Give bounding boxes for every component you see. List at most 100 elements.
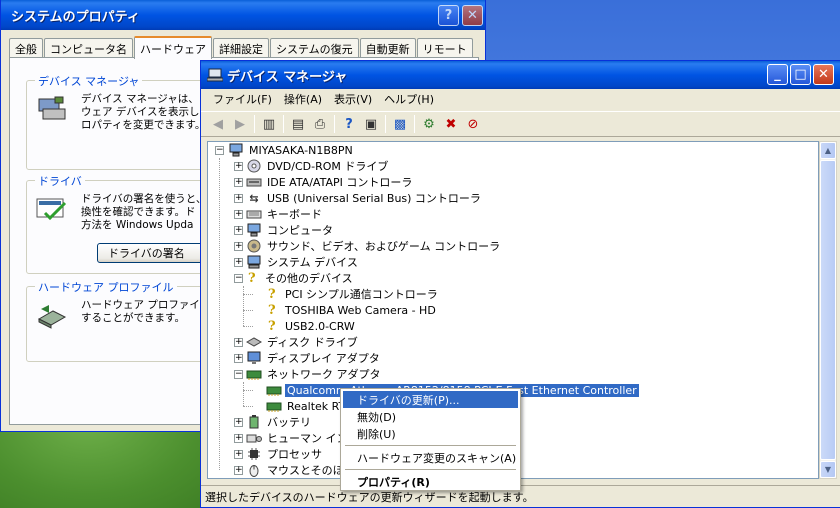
properties-icon[interactable]: ▤ — [287, 113, 309, 135]
tab-automatic-updates[interactable]: 自動更新 — [359, 38, 416, 58]
tree-item-system-devices[interactable]: システム デバイス — [246, 254, 360, 270]
menu-file[interactable]: ファイル(F) — [207, 90, 278, 108]
sound-icon — [246, 239, 262, 253]
desktop-background — [0, 420, 220, 508]
close-button[interactable]: ✕ — [462, 5, 483, 26]
tree-item-usb[interactable]: ⇆ USB (Universal Serial Bus) コントローラ — [246, 190, 483, 206]
tree-item-label: TOSHIBA Web Camera - HD — [285, 303, 436, 317]
tree-item-other-devices[interactable]: ? その他のデバイス — [246, 270, 355, 286]
menu-bar: ファイル(F) 操作(A) 表示(V) ヘルプ(H) — [201, 89, 840, 109]
tree-item-pci-comm[interactable]: ? PCI シンプル通信コントローラ — [266, 286, 440, 302]
computer-icon — [228, 143, 244, 157]
tab-hardware[interactable]: ハードウェア — [134, 36, 212, 59]
tree-item-label: その他のデバイス — [265, 272, 353, 285]
tree-item-computer[interactable]: コンピュータ — [246, 222, 335, 238]
expand-toggle[interactable]: + — [234, 338, 243, 347]
vertical-scrollbar[interactable]: ▲ ▼ — [819, 141, 837, 479]
tree-item-keyboard[interactable]: キーボード — [246, 206, 324, 222]
tab-general[interactable]: 全般 — [9, 38, 43, 58]
tree-item-label: ディスプレイ アダプタ — [267, 352, 380, 365]
menu-help[interactable]: ヘルプ(H) — [378, 90, 440, 108]
show-hide-tree-icon[interactable]: ▥ — [258, 113, 280, 135]
tree-guide-line — [243, 406, 253, 407]
tree-item-display-adapters[interactable]: ディスプレイ アダプタ — [246, 350, 382, 366]
minimize-button[interactable]: _ — [767, 64, 788, 85]
tree-item-web-camera[interactable]: ? TOSHIBA Web Camera - HD — [266, 302, 438, 318]
toolbar-separator — [334, 115, 335, 133]
hardware-profile-group-label: ハードウェア プロファイル — [35, 279, 177, 295]
scroll-up-button[interactable]: ▲ — [820, 142, 836, 159]
back-arrow-icon[interactable]: ◀ — [207, 113, 229, 135]
help-button[interactable]: ? — [438, 5, 459, 26]
expand-toggle[interactable]: + — [234, 450, 243, 459]
menu-item-update-driver[interactable]: ドライバの更新(P)... — [343, 391, 518, 408]
expand-toggle[interactable]: + — [234, 194, 243, 203]
tree-guide-line — [243, 326, 253, 327]
menu-view[interactable]: 表示(V) — [328, 90, 378, 108]
scroll-thumb[interactable] — [820, 160, 836, 460]
driver-signing-button[interactable]: ドライバの署名 — [97, 243, 215, 263]
tree-item-network-adapters[interactable]: ネットワーク アダプタ — [246, 366, 383, 382]
print-icon[interactable]: ⎙ — [309, 113, 331, 135]
tree-root[interactable]: MIYASAKA-N1B8PN — [228, 142, 355, 158]
tree-item-battery[interactable]: バッテリ — [246, 414, 313, 430]
uninstall-icon[interactable]: ✖ — [440, 113, 462, 135]
expand-toggle[interactable]: + — [234, 354, 243, 363]
disable-icon[interactable]: ⊘ — [462, 113, 484, 135]
expand-toggle[interactable]: + — [234, 226, 243, 235]
device-manager-titlebar[interactable]: デバイス マネージャ _ □ ✕ — [201, 61, 840, 89]
driver-signing-icon — [36, 198, 67, 221]
battery-icon — [246, 415, 262, 429]
expand-toggle[interactable]: + — [234, 434, 243, 443]
close-button[interactable]: ✕ — [813, 64, 834, 85]
menu-item-properties[interactable]: プロパティ(R) — [343, 473, 518, 490]
expand-toggle[interactable]: + — [234, 242, 243, 251]
expand-toggle[interactable]: + — [234, 162, 243, 171]
maximize-button[interactable]: □ — [790, 64, 811, 85]
expand-toggle[interactable]: + — [234, 178, 243, 187]
monitor-icon[interactable]: ▩ — [389, 113, 411, 135]
scroll-down-button[interactable]: ▼ — [820, 461, 836, 478]
tree-item-sound[interactable]: サウンド、ビデオ、およびゲーム コントローラ — [246, 238, 502, 254]
device-manager-title-icon — [207, 68, 223, 82]
expand-toggle[interactable]: + — [234, 210, 243, 219]
tree-item-processor[interactable]: プロセッサ — [246, 446, 324, 462]
collapse-toggle[interactable]: − — [234, 274, 243, 283]
view-icon[interactable]: ▣ — [360, 113, 382, 135]
forward-arrow-icon[interactable]: ▶ — [229, 113, 251, 135]
context-menu: ドライバの更新(P)... 無効(D) 削除(U) ハードウェア変更のスキャン(… — [340, 388, 521, 491]
tree-item-ide[interactable]: IDE ATA/ATAPI コントローラ — [246, 174, 414, 190]
collapse-toggle[interactable]: − — [215, 146, 224, 155]
toolbar-separator — [254, 115, 255, 133]
tree-item-disk-drives[interactable]: ディスク ドライブ — [246, 334, 360, 350]
device-manager-group-label: デバイス マネージャ — [35, 73, 143, 89]
tree-item-label: サウンド、ビデオ、およびゲーム コントローラ — [267, 240, 501, 253]
unknown-device-icon: ? — [268, 319, 276, 334]
hardware-profile-group: ハードウェア プロファイル ハードウェア プロファイル することができます。 — [26, 279, 216, 362]
hid-icon — [246, 431, 262, 445]
system-properties-titlebar[interactable]: システムのプロパティ ? ✕ — [1, 0, 485, 30]
scan-hardware-icon[interactable]: ⚙ — [418, 113, 440, 135]
menu-item-uninstall[interactable]: 削除(U) — [343, 425, 518, 442]
expand-toggle[interactable]: + — [234, 418, 243, 427]
tree-item-label: システム デバイス — [267, 256, 358, 269]
unknown-device-icon: ? — [248, 271, 256, 286]
menu-item-disable[interactable]: 無効(D) — [343, 408, 518, 425]
tree-item-usb-crw[interactable]: ? USB2.0-CRW — [266, 318, 357, 334]
tree-item-dvd-cdrom[interactable]: DVD/CD-ROM ドライブ — [246, 158, 390, 174]
tree-guide-line — [243, 390, 253, 391]
tab-computer-name[interactable]: コンピュータ名 — [44, 38, 133, 58]
expand-toggle[interactable]: + — [234, 258, 243, 267]
collapse-toggle[interactable]: − — [234, 370, 243, 379]
keyboard-icon — [246, 207, 262, 221]
help-icon[interactable]: ? — [338, 113, 360, 135]
menu-item-scan-hardware[interactable]: ハードウェア変更のスキャン(A) — [343, 449, 518, 466]
tab-remote[interactable]: リモート — [416, 38, 473, 58]
driver-description: ドライバの署名を使うと、 換性を確認できます。ド 方法を Windows Upd… — [81, 193, 207, 231]
menu-action[interactable]: 操作(A) — [278, 90, 328, 108]
tab-advanced[interactable]: 詳細設定 — [213, 38, 269, 58]
expand-toggle[interactable]: + — [234, 466, 243, 475]
toolbar: ◀ ▶ ▥ ▤ ⎙ ? ▣ ▩ ⚙ ✖ ⊘ — [201, 111, 840, 137]
tab-system-restore[interactable]: システムの復元 — [270, 38, 359, 58]
device-manager-group: デバイス マネージャ デバイス マネージャは、 ウェア デバイスを表示し ロパテ… — [26, 73, 216, 170]
